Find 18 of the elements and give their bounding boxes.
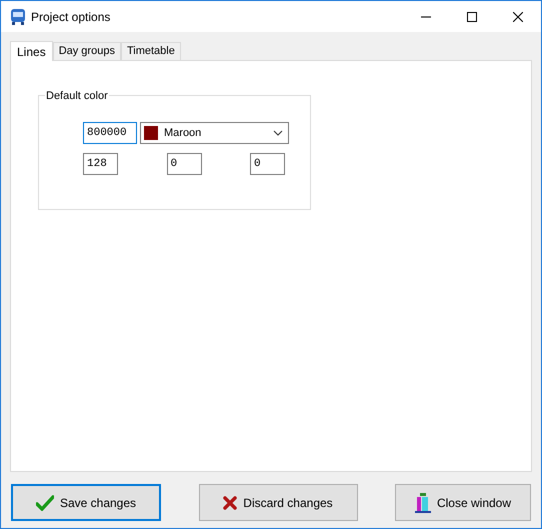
close-icon[interactable] (513, 12, 523, 22)
tab[interactable]: Day groups (52, 42, 121, 60)
bus-icon (10, 8, 26, 26)
number-field[interactable]: 0 (166, 153, 202, 175)
cross-icon (223, 496, 238, 510)
number-field[interactable]: 128 (83, 153, 118, 175)
maximize-icon[interactable] (467, 12, 477, 22)
chevron-down-icon (273, 130, 283, 136)
window-title: Project options (31, 8, 110, 26)
checkmark-icon (36, 494, 54, 510)
save-button[interactable]: Save changes (11, 484, 161, 521)
number-field[interactable]: 0 (250, 153, 285, 175)
close-button[interactable]: Close window (395, 484, 531, 521)
discard-button[interactable]: Discard changes (198, 484, 358, 521)
hex-field[interactable]: 800000 (83, 122, 137, 144)
tab[interactable]: Lines (10, 41, 53, 61)
color-dropdown[interactable]: Maroon (140, 122, 289, 144)
tab[interactable]: Timetable (120, 42, 181, 60)
